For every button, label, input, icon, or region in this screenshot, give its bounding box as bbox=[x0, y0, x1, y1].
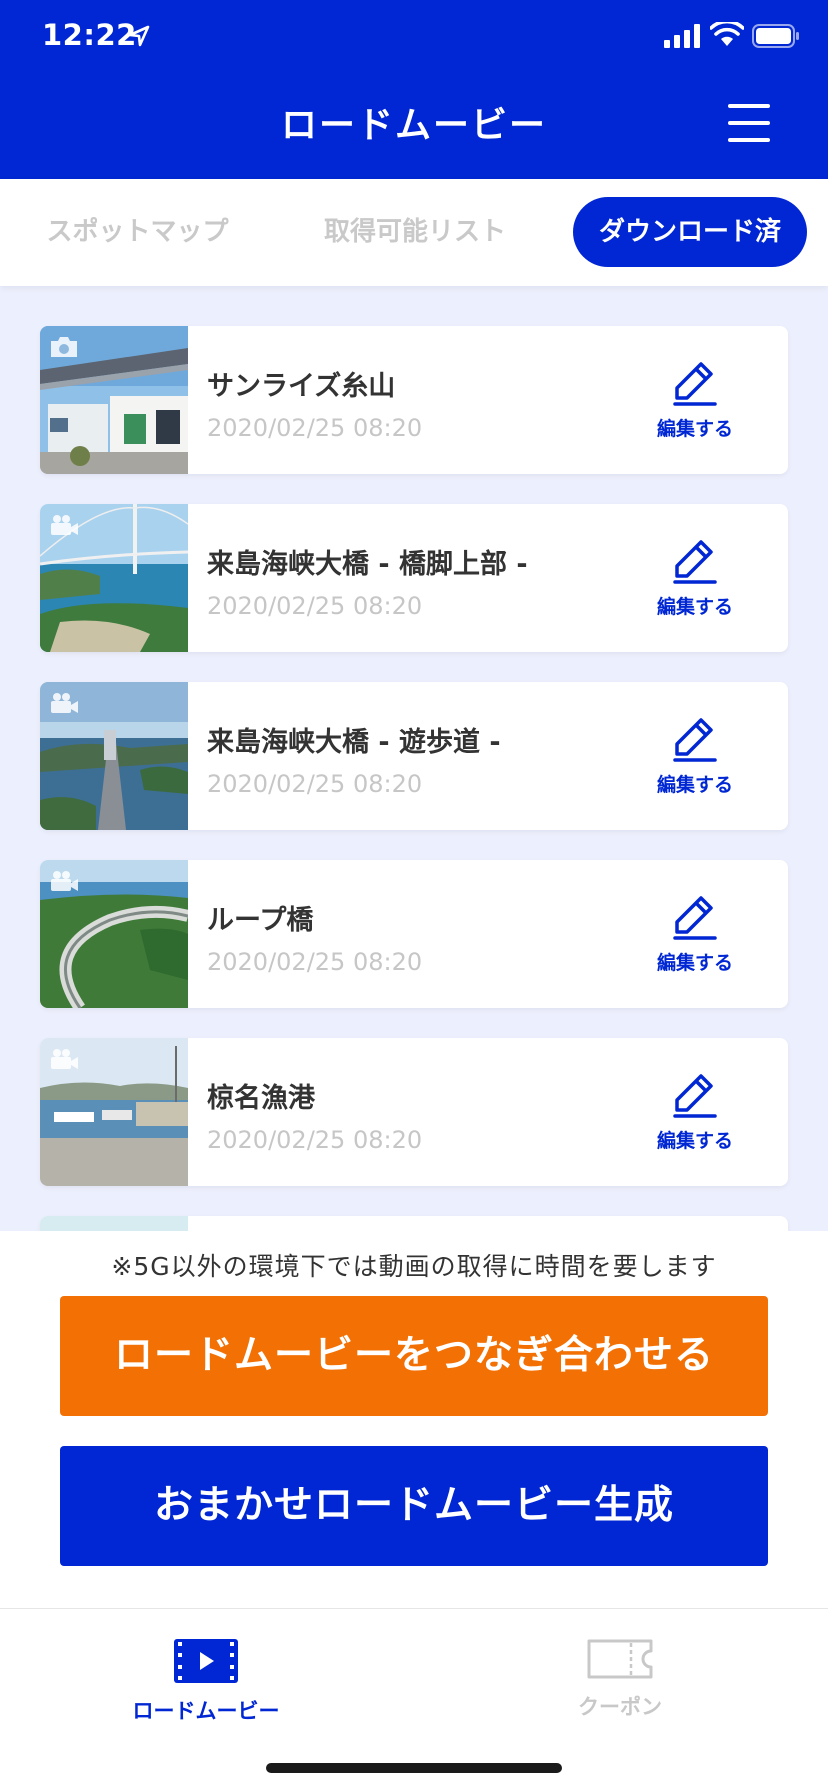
spot-title: サンライズ糸山 bbox=[207, 371, 396, 402]
home-indicator bbox=[266, 1763, 562, 1773]
spot-thumbnail bbox=[40, 326, 188, 474]
tab-available-list[interactable]: 取得可能リスト bbox=[300, 197, 530, 267]
edit-label: 編集する bbox=[656, 596, 733, 618]
status-bar: 12:22 bbox=[0, 0, 828, 75]
spot-date: 2020/02/25 08:20 bbox=[207, 948, 423, 976]
spot-date: 2020/02/25 08:20 bbox=[207, 414, 423, 442]
tabbar-label: ロードムービー bbox=[132, 1699, 280, 1723]
list-item[interactable] bbox=[40, 1216, 788, 1231]
spot-title: 来島海峡大橋 - 橋脚上部 - bbox=[207, 549, 528, 580]
merge-road-movie-button[interactable]: ロードムービーをつなぎ合わせる bbox=[60, 1296, 768, 1416]
spot-title: 椋名漁港 bbox=[207, 1083, 315, 1114]
spot-title: 来島海峡大橋 - 遊歩道 - bbox=[207, 727, 501, 758]
app-header: 12:22 ロードムービー bbox=[0, 0, 828, 179]
pencil-icon bbox=[673, 540, 717, 584]
video-camera-icon bbox=[51, 693, 78, 713]
spot-date: 2020/02/25 08:20 bbox=[207, 770, 423, 798]
edit-button[interactable]: 編集する bbox=[640, 536, 750, 622]
video-camera-icon bbox=[51, 1049, 78, 1069]
video-camera-icon bbox=[51, 871, 78, 891]
downloaded-movie-list[interactable]: サンライズ糸山 2020/02/25 08:20 編集する 来島海峡大橋 - 橋… bbox=[0, 286, 828, 1231]
bottom-tab-bar: ロードムービー クーポン bbox=[0, 1608, 828, 1792]
hamburger-menu-icon[interactable] bbox=[728, 104, 770, 142]
edit-button[interactable]: 編集する bbox=[640, 1070, 750, 1156]
page-title: ロードムービー bbox=[280, 105, 547, 146]
tab-spot-map[interactable]: スポットマップ bbox=[30, 197, 245, 267]
cellular-signal-icon bbox=[664, 24, 700, 48]
pencil-icon bbox=[673, 362, 717, 406]
action-panel: ※5G以外の環境下では動画の取得に時間を要します ロードムービーをつなぎ合わせる… bbox=[0, 1231, 828, 1609]
edit-button[interactable]: 編集する bbox=[640, 892, 750, 978]
spot-thumbnail bbox=[40, 860, 188, 1008]
list-item[interactable]: 来島海峡大橋 - 遊歩道 - 2020/02/25 08:20 編集する bbox=[40, 682, 788, 830]
tabbar-road-movie[interactable]: ロードムービー bbox=[86, 1639, 326, 1725]
spot-thumbnail bbox=[40, 504, 188, 652]
network-notice: ※5G以外の環境下では動画の取得に時間を要します bbox=[111, 1252, 717, 1281]
segment-tabs: スポットマップ 取得可能リスト ダウンロード済 bbox=[0, 179, 828, 286]
list-item[interactable]: ループ橋 2020/02/25 08:20 編集する bbox=[40, 860, 788, 1008]
tab-downloaded[interactable]: ダウンロード済 bbox=[573, 197, 807, 267]
list-item[interactable]: 椋名漁港 2020/02/25 08:20 編集する bbox=[40, 1038, 788, 1186]
ticket-icon bbox=[587, 1639, 653, 1679]
spot-thumbnail bbox=[40, 1216, 188, 1231]
list-item[interactable]: サンライズ糸山 2020/02/25 08:20 編集する bbox=[40, 326, 788, 474]
pencil-icon bbox=[673, 718, 717, 762]
edit-button[interactable]: 編集する bbox=[640, 714, 750, 800]
edit-label: 編集する bbox=[656, 418, 733, 440]
auto-generate-road-movie-button[interactable]: おまかせロードムービー生成 bbox=[60, 1446, 768, 1566]
video-camera-icon bbox=[51, 515, 78, 535]
edit-button[interactable]: 編集する bbox=[640, 358, 750, 444]
film-play-icon bbox=[174, 1639, 238, 1683]
spot-thumbnail bbox=[40, 682, 188, 830]
spot-thumbnail bbox=[40, 1038, 188, 1186]
edit-label: 編集する bbox=[656, 1130, 733, 1152]
pencil-icon bbox=[673, 896, 717, 940]
pencil-icon bbox=[673, 1074, 717, 1118]
edit-label: 編集する bbox=[656, 774, 733, 796]
tabbar-coupon[interactable]: クーポン bbox=[500, 1639, 740, 1721]
spot-title: ループ橋 bbox=[207, 905, 314, 936]
tabbar-label: クーポン bbox=[578, 1695, 662, 1719]
status-time: 12:22 bbox=[42, 18, 137, 52]
spot-date: 2020/02/25 08:20 bbox=[207, 592, 423, 620]
location-arrow-icon bbox=[128, 25, 150, 47]
edit-label: 編集する bbox=[656, 952, 733, 974]
wifi-icon bbox=[710, 22, 744, 46]
list-item[interactable]: 来島海峡大橋 - 橋脚上部 - 2020/02/25 08:20 編集する bbox=[40, 504, 788, 652]
spot-date: 2020/02/25 08:20 bbox=[207, 1126, 423, 1154]
camera-icon bbox=[51, 337, 77, 357]
battery-icon bbox=[752, 24, 799, 48]
